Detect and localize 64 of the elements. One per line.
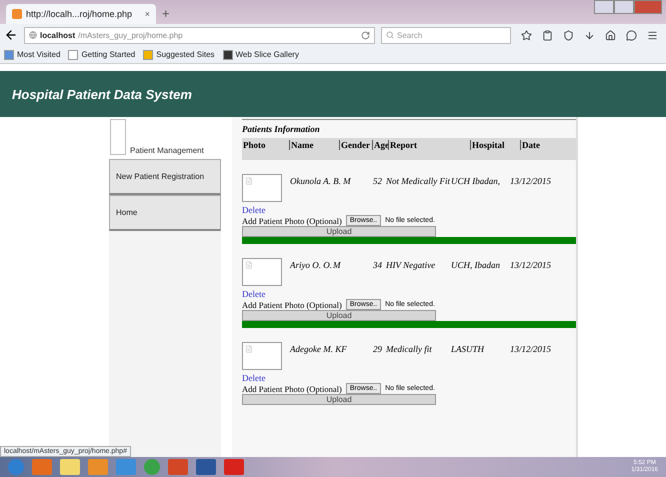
table-cell-text: Okunola A. B. M [290,175,352,186]
upload-button[interactable]: Upload [242,226,436,237]
table-cell-text: 13/12/2015 [510,175,552,186]
column-header: Age [372,140,388,150]
bookmark-link[interactable]: Web Slice Gallery [222,50,299,60]
column-header: Report [388,140,470,150]
upload-button[interactable]: Upload [242,394,436,405]
photo-label: Add Patient Photo (Optional) [242,300,342,310]
table-cell-text: Adegoke M. KF [290,343,348,354]
delete-link[interactable]: Delete [242,373,576,383]
star-icon[interactable] [521,30,532,40]
sidebar-item[interactable]: New Patient Registration [109,159,221,195]
back-icon[interactable] [4,28,18,42]
column-header: Hospital [470,140,520,150]
column-header: Photo [242,140,266,150]
search-icon [386,31,394,39]
table-cell-text: 13/12/2015 [510,259,552,270]
file-icon [245,345,253,353]
file-icon [245,177,253,185]
maximize-button[interactable] [614,0,634,14]
table-cell-text: 52 [372,175,383,186]
chat-icon[interactable] [626,30,637,40]
address-bar[interactable]: localhost /mAsters_guy_proj/home.php [24,26,375,44]
globe-icon [29,31,37,39]
table-cell-text: LASUTH [451,343,486,354]
table-cell-text: Medically fit [386,343,433,354]
download-icon[interactable] [584,30,595,40]
column-header: Name [289,140,339,150]
new-tab-button[interactable]: + [162,6,170,24]
upload-button[interactable]: Upload [242,310,436,321]
table-cell-text: 29 [372,343,383,354]
close-button[interactable] [634,0,662,14]
table-cell-text: UCH, Ibadan [451,259,501,270]
table-cell-text: Ariyo O. O. [290,259,333,270]
photo-label: Add Patient Photo (Optional) [242,384,342,394]
sidebar-item[interactable]: Home [109,195,221,231]
file-icon [245,261,253,269]
bookmark-link[interactable]: Suggested Sites [143,50,215,60]
site-title: Hospital Patient Data System [12,86,192,102]
table-cell-text: 34 [372,259,383,270]
page-icon [12,9,22,19]
clipboard-icon[interactable] [542,30,553,40]
bookmark-link[interactable]: Most Visited [4,50,60,60]
column-header: Date [520,140,576,150]
close-icon[interactable]: × [144,9,150,19]
home-icon[interactable] [605,30,616,40]
shield-icon[interactable] [563,30,574,40]
bookmark-link[interactable]: Getting Started [68,50,136,60]
section-title: Patients Information [242,124,321,134]
table-cell-text: M [333,259,342,270]
photo-label: Add Patient Photo (Optional) [242,216,342,226]
table-cell-text: HIV Negative [386,259,436,270]
table-cell-text: UCH Ibadan, [451,175,501,186]
minimize-button[interactable] [594,0,614,14]
column-header: Gender [339,140,372,150]
delete-link[interactable]: Delete [242,289,576,299]
reload-icon[interactable] [361,30,370,40]
table-cell-text: 13/12/2015 [510,343,552,354]
delete-link[interactable]: Delete [242,205,576,215]
table-cell-text: Not Medically Fit [386,175,451,186]
start-button[interactable] [8,459,24,475]
browser-tab[interactable]: http://localh...roj/home.php × [6,4,156,24]
sidebar-title: Patient Management [130,146,204,155]
menu-icon[interactable] [647,30,658,40]
